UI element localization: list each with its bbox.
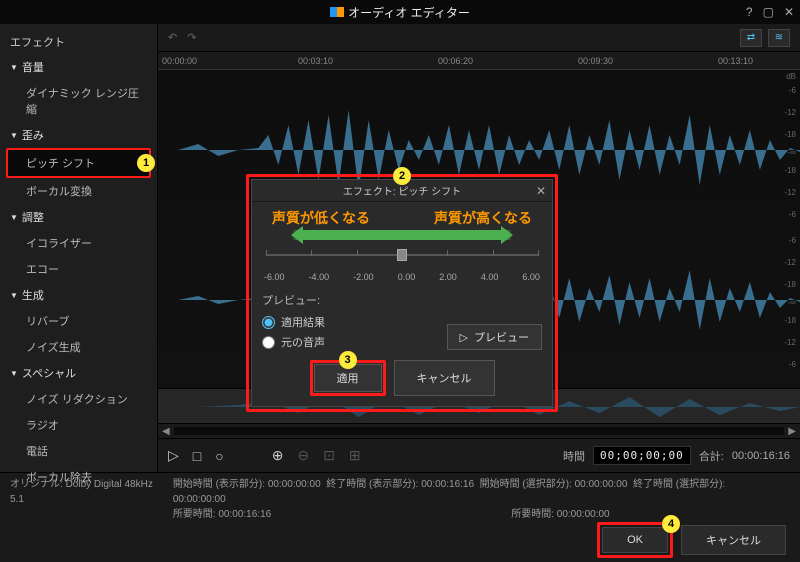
zoom-fit-icon[interactable]: ⊡ [323,447,335,464]
transport-bar: ▷ □ ○ ⊕ ⊖ ⊡ ⊞ 時間 00;00;00;00 合計: 00:00:1… [158,438,800,472]
item-vocal-transform[interactable]: ボーカル変換 [0,178,157,204]
slider-thumb[interactable] [397,249,407,261]
app-logo-icon [330,7,344,17]
cancel-button[interactable]: キャンセル [681,525,786,555]
waveform-view-icon[interactable]: ⇄ [740,29,762,47]
db-scale: dB -6 -12 -18 -∞ -18 -12 -6 -6 -12 -18 -… [772,70,796,388]
total-time: 00:00:16:16 [732,450,790,462]
time-label: 時間 [563,448,585,464]
content-toolbar: ↶ ↷ ⇄ ≋ [158,24,800,52]
redo-icon[interactable]: ↷ [187,31,196,44]
item-noise-gen[interactable]: ノイズ生成 [0,334,157,360]
item-echo[interactable]: エコー [0,256,157,282]
cat-volume[interactable]: ▼音量 [0,54,157,80]
undo-icon[interactable]: ↶ [168,31,177,44]
scroll-left-icon[interactable]: ◀ [162,426,170,437]
pitch-shift-dialog: エフェクト: ピッチ シフト ✕ 声質が低くなる 声質が高くなる -6.00-4… [251,179,553,407]
annotation-badge-1: 1 [137,154,155,172]
time-ruler[interactable]: 00:00:00 00:03:10 00:06:20 00:09:30 00:1… [158,52,800,70]
scroll-right-icon[interactable]: ▶ [788,426,796,437]
bottom-button-bar: 4 OK キャンセル [0,518,800,562]
zoom-out-icon[interactable]: ⊖ [297,447,309,464]
annotation-badge-3: 3 [339,351,357,369]
annotation-low: 声質が低くなる [272,208,370,228]
arrow-left-icon [292,230,402,240]
timecode: 00;00;00;00 [593,446,691,465]
cat-distortion[interactable]: ▼歪み [0,122,157,148]
help-icon[interactable]: ? [746,5,753,19]
minimize-icon[interactable]: ▢ [763,5,774,19]
status-bar: オリジナル: Dolby Digital 48kHz 5.1 開始時間 (表示部… [0,472,800,518]
app-title: オーディオ エディター [348,4,470,21]
total-label: 合計: [699,448,724,464]
zoom-selection-icon[interactable]: ⊞ [349,447,361,464]
item-reverb[interactable]: リバーブ [0,308,157,334]
dialog-cancel-button[interactable]: キャンセル [394,360,495,396]
cat-special[interactable]: ▼スペシャル [0,360,157,386]
slider-labels: -6.00-4.00-2.000.002.004.006.00 [262,272,542,282]
item-drc[interactable]: ダイナミック レンジ圧縮 [0,80,157,122]
close-icon[interactable]: ✕ [784,5,794,19]
pitch-slider[interactable] [266,246,538,268]
preview-section-label: プレビュー: [262,292,542,308]
effects-sidebar: エフェクト ▼音量 ダイナミック レンジ圧縮 ▼歪み ピッチ シフト 1 ボーカ… [0,24,158,472]
item-pitch-shift[interactable]: ピッチ シフト 1 [6,148,151,178]
annotation-high: 声質が高くなる [434,208,532,228]
stop-button[interactable]: □ [193,448,201,464]
item-equalizer[interactable]: イコライザー [0,230,157,256]
sidebar-header: エフェクト [0,30,157,54]
annotation-badge-4: 4 [662,515,680,533]
item-radio[interactable]: ラジオ [0,412,157,438]
dialog-close-icon[interactable]: ✕ [536,184,546,198]
preview-button[interactable]: ▷プレビュー [447,324,542,350]
cat-generate[interactable]: ▼生成 [0,282,157,308]
spectral-view-icon[interactable]: ≋ [768,29,790,47]
title-bar: オーディオ エディター ? ▢ ✕ [0,0,800,24]
item-phone[interactable]: 電話 [0,438,157,464]
play-icon: ▷ [460,331,468,344]
horizontal-scrollbar[interactable]: ◀ ▶ [158,424,800,438]
arrow-right-icon [402,230,512,240]
zoom-in-icon[interactable]: ⊕ [272,447,284,464]
cat-adjust[interactable]: ▼調整 [0,204,157,230]
record-button[interactable]: ○ [215,448,223,464]
dialog-title: エフェクト: ピッチ シフト [343,183,461,198]
play-button[interactable]: ▷ [168,447,179,464]
pitch-shift-dialog-highlight: 2 エフェクト: ピッチ シフト ✕ 声質が低くなる 声質が高くなる [246,174,558,412]
ok-button[interactable]: OK [602,527,668,553]
item-noise-reduction[interactable]: ノイズ リダクション [0,386,157,412]
